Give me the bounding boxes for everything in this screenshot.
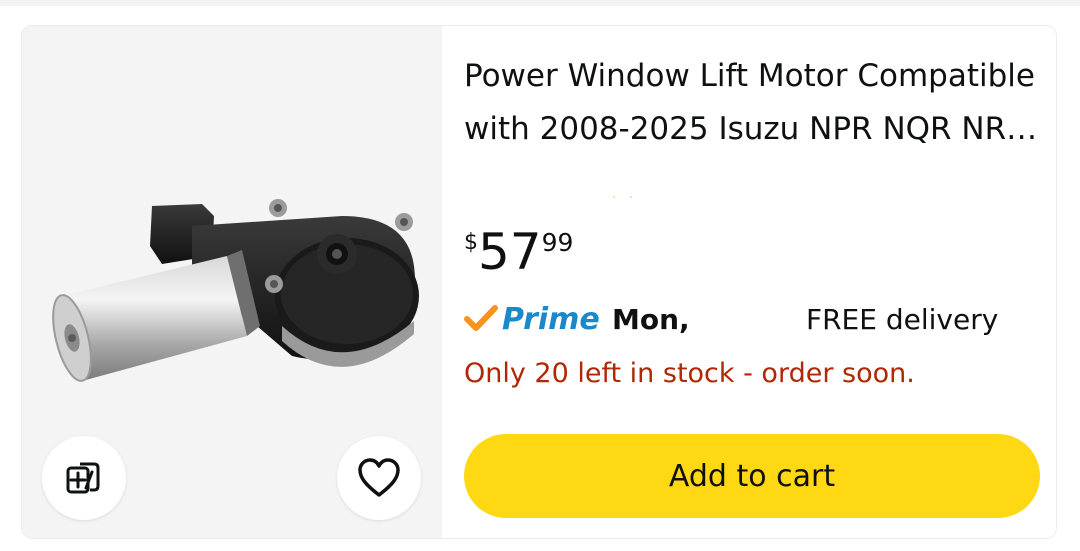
- rating-placeholder: · ·: [612, 190, 638, 206]
- delivery-day: Mon,: [612, 303, 690, 336]
- price-whole: 57: [478, 223, 542, 281]
- price-symbol: $: [464, 230, 478, 255]
- checkmark-icon: [464, 305, 498, 331]
- add-to-cart-button[interactable]: Add to cart: [464, 434, 1040, 518]
- heart-icon: [358, 458, 400, 497]
- price-fraction: 99: [541, 228, 574, 257]
- product-image[interactable]: [42, 176, 432, 426]
- delivery-info: Prime Mon, FREE delivery: [464, 298, 1044, 342]
- compare-icon: [66, 462, 100, 494]
- price: $ 57 99: [464, 222, 573, 282]
- product-image-panel[interactable]: [22, 26, 442, 538]
- product-title[interactable]: Power Window Lift Motor Compatible with …: [464, 50, 1039, 156]
- product-info: Power Window Lift Motor Compatible with …: [464, 26, 1044, 538]
- wishlist-button[interactable]: [337, 436, 421, 520]
- product-card[interactable]: Power Window Lift Motor Compatible with …: [22, 26, 1056, 538]
- compare-button[interactable]: [42, 436, 126, 520]
- top-divider: [0, 0, 1080, 6]
- free-delivery-label: FREE delivery: [806, 303, 999, 336]
- page: Power Window Lift Motor Compatible with …: [0, 0, 1080, 551]
- stock-message: Only 20 left in stock - order soon.: [464, 358, 915, 389]
- prime-badge: Prime: [502, 302, 600, 337]
